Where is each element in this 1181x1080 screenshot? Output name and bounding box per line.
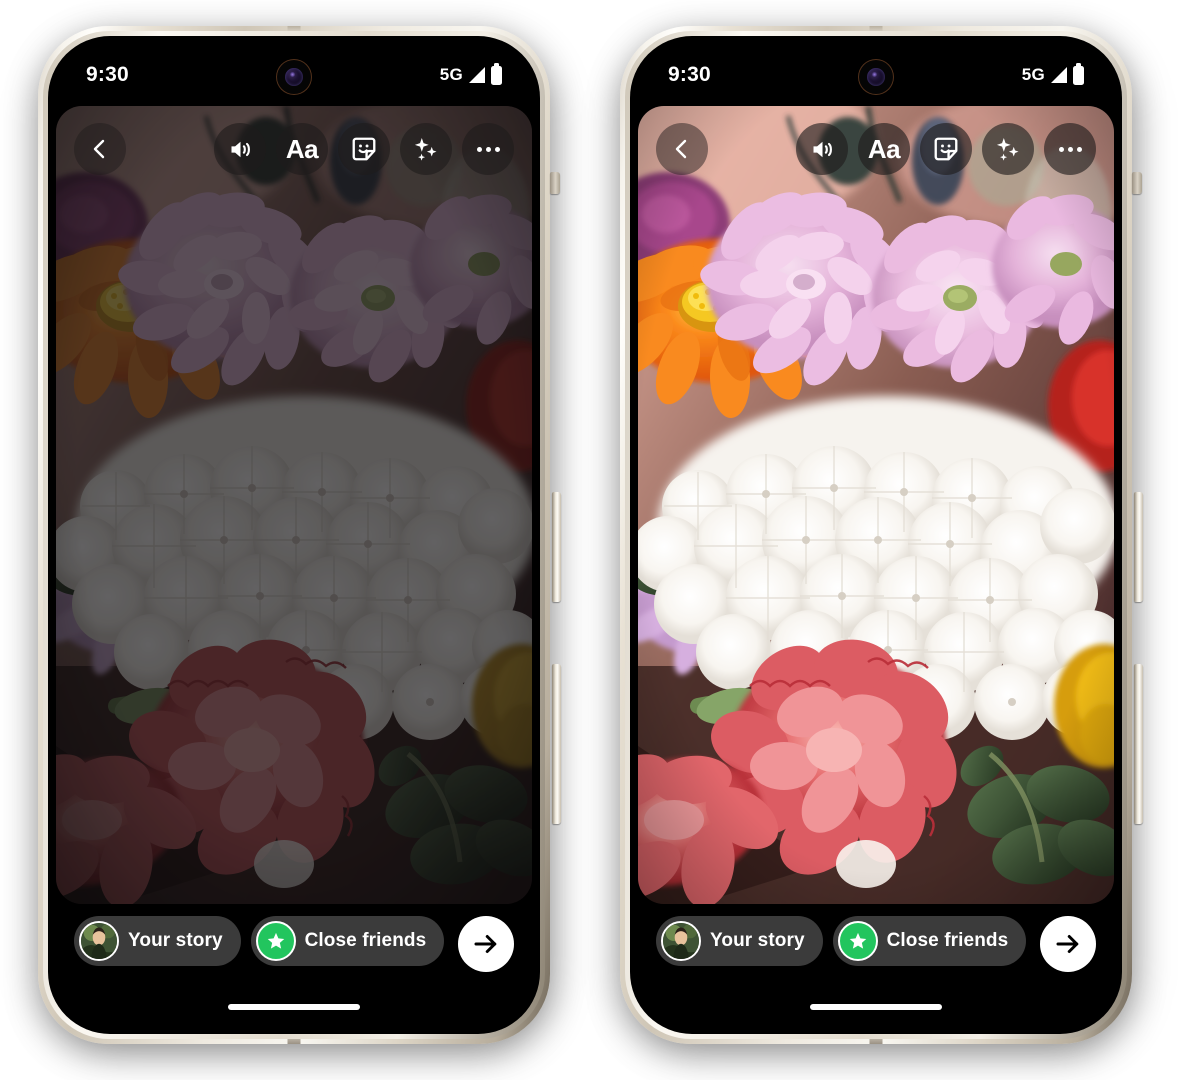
home-indicator-bar[interactable] — [228, 1004, 360, 1010]
mmwave-antenna-button[interactable] — [550, 172, 560, 194]
bouquet-photo-image — [638, 106, 1114, 904]
text-aa-icon: Aa — [285, 134, 319, 164]
power-button[interactable] — [1134, 664, 1143, 824]
your-story-label: Your story — [128, 930, 223, 951]
text-aa-icon: Aa — [867, 134, 901, 164]
phone-device-right: 9:30 5G Aa Your story Close friends — [614, 18, 1144, 1058]
more-button[interactable] — [1044, 123, 1096, 175]
status-time: 9:30 — [86, 63, 129, 86]
share-bottom-bar: Your story Close friends — [638, 904, 1114, 1026]
story-editor-toolbar: Aa — [638, 118, 1114, 180]
effects-button[interactable] — [982, 123, 1034, 175]
more-ellipsis-icon — [1058, 146, 1082, 152]
story-editor-toolbar: Aa — [56, 118, 532, 180]
front-camera-punchhole-icon — [277, 60, 311, 94]
device-bezel: 9:30 5G Aa Your story Close friends — [48, 36, 540, 1034]
sticker-button[interactable] — [920, 123, 972, 175]
mmwave-antenna-button[interactable] — [1132, 172, 1142, 194]
share-bottom-bar: Your story Close friends — [56, 904, 532, 1026]
chevron-left-icon — [675, 139, 687, 159]
effects-button[interactable] — [400, 123, 452, 175]
back-button[interactable] — [74, 123, 126, 175]
device-screen: 9:30 5G Aa Your story Close friends — [638, 44, 1114, 1026]
screenshot-stage: 9:30 5G Aa Your story Close friends 9:30… — [0, 0, 1181, 1080]
share-send-button[interactable] — [458, 916, 514, 972]
avatar-image — [81, 923, 117, 959]
arrow-right-icon — [474, 935, 497, 953]
volume-rocker-button[interactable] — [1134, 492, 1143, 602]
toolbar-actions: Aa — [796, 123, 1096, 175]
sparkles-effects-icon — [996, 138, 1019, 161]
battery-full-icon — [491, 62, 502, 85]
story-photo-canvas[interactable] — [638, 106, 1114, 904]
chevron-left-icon — [93, 139, 105, 159]
sticker-button[interactable] — [338, 123, 390, 175]
home-indicator-bar[interactable] — [810, 1004, 942, 1010]
device-screen: 9:30 5G Aa Your story Close friends — [56, 44, 532, 1026]
green-star-icon — [837, 921, 878, 961]
signal-triangle-icon — [1051, 66, 1067, 83]
status-time: 9:30 — [668, 63, 711, 86]
text-button[interactable]: Aa — [858, 123, 910, 175]
your-story-button[interactable]: Your story — [656, 916, 823, 966]
bouquet-photo-svg — [638, 106, 1114, 904]
user-avatar — [661, 921, 701, 961]
sound-button[interactable] — [214, 123, 266, 175]
battery-full-icon — [1073, 62, 1084, 85]
more-ellipsis-icon — [476, 146, 500, 152]
status-indicators: 5G — [1021, 62, 1084, 85]
your-story-button[interactable]: Your story — [74, 916, 241, 966]
avatar-image — [663, 923, 699, 959]
front-camera-punchhole-icon — [859, 60, 893, 94]
your-story-label: Your story — [710, 930, 805, 951]
volume-rocker-button[interactable] — [552, 492, 561, 602]
close-friends-button[interactable]: Close friends — [832, 916, 1027, 966]
camera-lens — [867, 68, 885, 86]
green-star-icon — [255, 921, 296, 961]
arrow-right-icon — [1056, 935, 1079, 953]
star-glyph — [849, 932, 866, 949]
phone-device-left: 9:30 5G Aa Your story Close friends — [32, 18, 562, 1058]
volume-sound-icon — [231, 141, 250, 157]
close-friends-button[interactable]: Close friends — [250, 916, 445, 966]
sparkles-effects-icon — [414, 138, 437, 161]
text-button[interactable]: Aa — [276, 123, 328, 175]
volume-sound-icon — [813, 141, 832, 157]
network-type-label: 5G — [1021, 65, 1045, 84]
bouquet-photo-svg — [56, 106, 532, 904]
network-type-label: 5G — [439, 65, 463, 84]
device-bezel: 9:30 5G Aa Your story Close friends — [630, 36, 1122, 1034]
close-friends-label: Close friends — [886, 930, 1009, 951]
camera-lens-glint — [872, 72, 877, 77]
sound-button[interactable] — [796, 123, 848, 175]
sticker-icon — [934, 137, 958, 161]
close-friends-label: Close friends — [304, 930, 427, 951]
sticker-icon — [352, 137, 376, 161]
more-button[interactable] — [462, 123, 514, 175]
share-send-button[interactable] — [1040, 916, 1096, 972]
toolbar-actions: Aa — [214, 123, 514, 175]
user-avatar — [79, 921, 119, 961]
status-indicators: 5G — [439, 62, 502, 85]
back-button[interactable] — [656, 123, 708, 175]
bouquet-photo-image — [56, 106, 532, 904]
star-glyph — [267, 932, 284, 949]
story-photo-canvas[interactable] — [56, 106, 532, 904]
camera-lens-glint — [290, 72, 295, 77]
signal-triangle-icon — [469, 66, 485, 83]
camera-lens — [285, 68, 303, 86]
power-button[interactable] — [552, 664, 561, 824]
